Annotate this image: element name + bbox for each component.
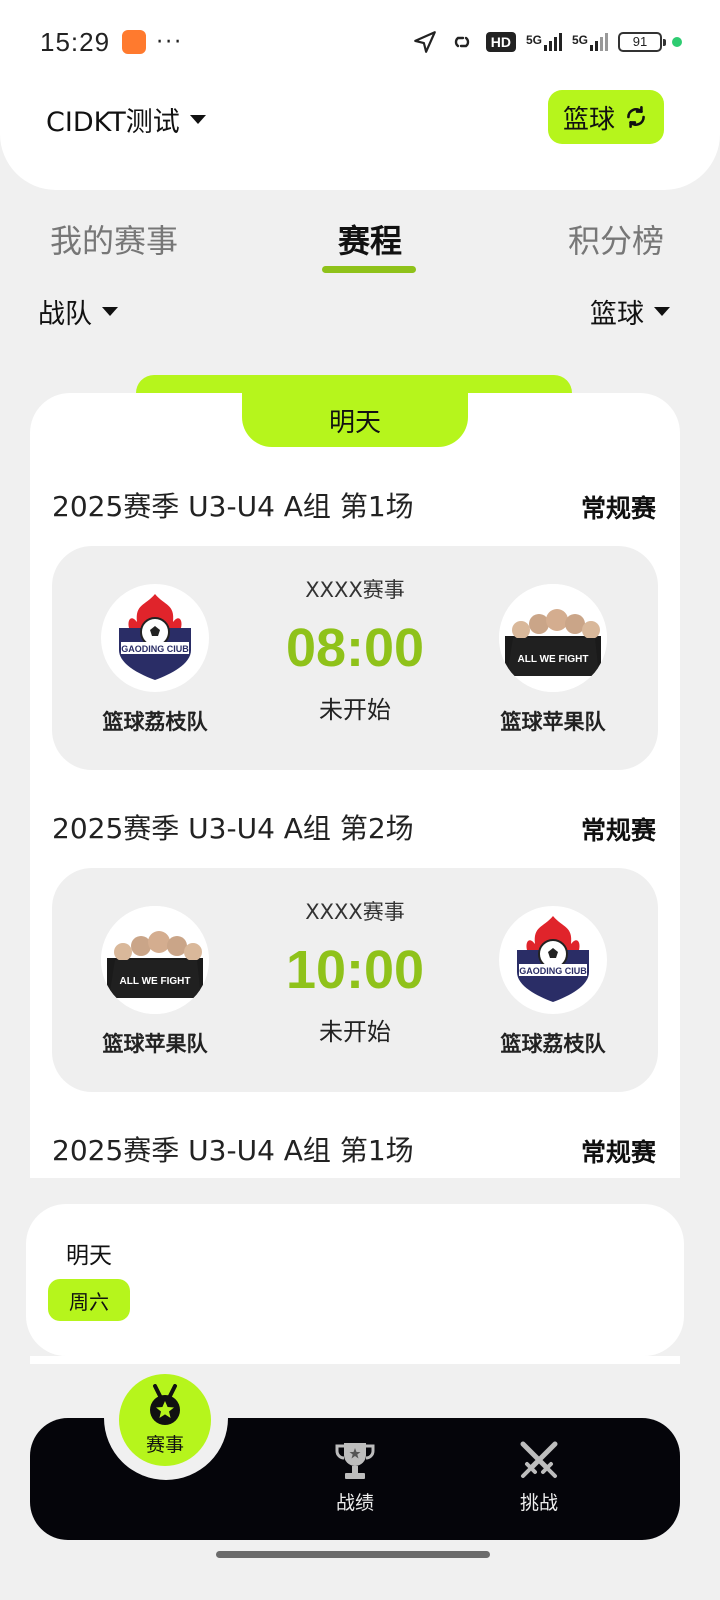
match-2-title: 2025赛季 U3-U4 A组 第2场 [52, 812, 414, 845]
match-1-info: XXXX赛事 08:00 未开始 [255, 574, 455, 725]
sport-filter-dropdown[interactable]: 篮球 [590, 292, 670, 331]
team-filter-dropdown[interactable]: 战队 [38, 292, 118, 331]
team-photo-icon: ALL WE FIGHT [499, 584, 607, 692]
list-continuation [30, 1356, 680, 1364]
match-event: XXXX赛事 [305, 900, 405, 924]
team-photo-icon: ALL WE FIGHT [101, 906, 209, 1014]
match-status: 未开始 [319, 696, 391, 724]
home-team-name: 篮球苹果队 [102, 1032, 208, 1056]
match-1-title: 2025赛季 U3-U4 A组 第1场 [52, 490, 414, 523]
status-icons: HD 5G 5G 91 [412, 29, 682, 55]
match-status: 未开始 [319, 1018, 391, 1046]
crossed-swords-icon [520, 1441, 558, 1478]
home-team-name: 篮球荔枝队 [102, 710, 208, 734]
match-card-2[interactable]: ALL WE FIGHT 篮球苹果队 XXXX赛事 10:00 未开始 GAOD… [52, 868, 658, 1092]
caret-down-icon [189, 115, 206, 124]
svg-text:GAODING CIUB: GAODING CIUB [121, 644, 189, 654]
match-2-away-team[interactable]: GAODING CIUB 篮球荔枝队 [478, 906, 628, 1058]
tab-schedule[interactable]: 赛程 [338, 216, 402, 262]
nav-item-challenge-label: 挑战 [519, 1492, 558, 1514]
schedule-card: 明天 2025赛季 U3-U4 A组 第1场 常规赛 GAODING CIUB … [30, 393, 680, 1178]
refresh-icon [627, 105, 645, 129]
match-1-type: 常规赛 [580, 494, 656, 523]
active-tab-underline [322, 266, 416, 273]
org-name: CIDKT测试 [46, 107, 180, 138]
day-picker: 明天 周六 [26, 1204, 684, 1356]
nav-item-records[interactable]: 战绩 [310, 1440, 400, 1515]
location-icon [413, 31, 436, 53]
gaoding-club-logo-icon: GAODING CIUB [499, 906, 607, 1014]
nav-item-records-label: 战绩 [335, 1492, 374, 1514]
day-label-tab: 明天 [242, 393, 468, 447]
match-card-1[interactable]: GAODING CIUB 篮球荔枝队 XXXX赛事 08:00 未开始 ALL … [52, 546, 658, 770]
away-team-name: 篮球苹果队 [500, 710, 606, 734]
signal-5g-icon-2: 5G [572, 33, 608, 51]
tab-standings[interactable]: 积分榜 [568, 216, 664, 262]
nav-item-challenge[interactable]: 挑战 [494, 1440, 584, 1515]
signal-5g-icon: 5G [526, 33, 562, 51]
caret-down-icon [102, 307, 118, 316]
more-notifications-icon: ··· [156, 29, 184, 55]
match-time: 08:00 [285, 618, 425, 678]
match-2-type: 常规赛 [580, 816, 656, 845]
match-time: 10:00 [285, 940, 425, 1000]
day-picker-label: 明天 [66, 1243, 112, 1269]
app-notification-icon [122, 30, 147, 54]
match-2-home-team[interactable]: ALL WE FIGHT 篮球苹果队 [80, 906, 230, 1058]
privacy-indicator-icon [672, 37, 682, 47]
status-time: 15:29 [40, 26, 111, 57]
org-selector[interactable]: CIDKT测试 [46, 100, 206, 139]
svg-text:GAODING CIUB: GAODING CIUB [519, 966, 587, 976]
match-1-home-team[interactable]: GAODING CIUB 篮球荔枝队 [80, 584, 230, 736]
weekday-chip[interactable]: 周六 [48, 1279, 130, 1321]
tab-my-events[interactable]: 我的赛事 [50, 216, 178, 262]
match-2-info: XXXX赛事 10:00 未开始 [255, 896, 455, 1047]
home-indicator[interactable] [216, 1551, 490, 1558]
header-card: 15:29 ··· HD 5G 5G 91 CIDKT测试 篮球 [0, 0, 720, 190]
sport-switch-label: 篮球 [562, 104, 615, 135]
svg-text:ALL WE FIGHT: ALL WE FIGHT [518, 654, 589, 665]
match-3-title: 2025赛季 U3-U4 A组 第1场 [52, 1134, 414, 1167]
sport-filter-label: 篮球 [590, 299, 644, 330]
status-bar: 15:29 ··· HD 5G 5G 91 [0, 22, 720, 62]
battery-icon: 91 [618, 32, 666, 52]
medal-icon [150, 1384, 180, 1425]
link-icon [454, 36, 469, 48]
away-team-name: 篮球荔枝队 [500, 1032, 606, 1056]
match-1-away-team[interactable]: ALL WE FIGHT 篮球苹果队 [478, 584, 628, 736]
caret-down-icon [654, 307, 670, 316]
sport-switch-button[interactable]: 篮球 [548, 90, 664, 144]
nav-item-events-label: 赛事 [145, 1434, 184, 1456]
main-tabs: 我的赛事 赛程 积分榜 [0, 210, 720, 280]
team-filter-label: 战队 [38, 299, 92, 330]
hd-icon: HD [485, 32, 516, 52]
svg-text:ALL WE FIGHT: ALL WE FIGHT [120, 976, 191, 987]
trophy-icon [335, 1443, 375, 1479]
match-event: XXXX赛事 [305, 578, 405, 602]
nav-item-events[interactable]: 赛事 [119, 1374, 211, 1466]
gaoding-club-logo-icon: GAODING CIUB [101, 584, 209, 692]
match-3-type: 常规赛 [580, 1138, 656, 1167]
